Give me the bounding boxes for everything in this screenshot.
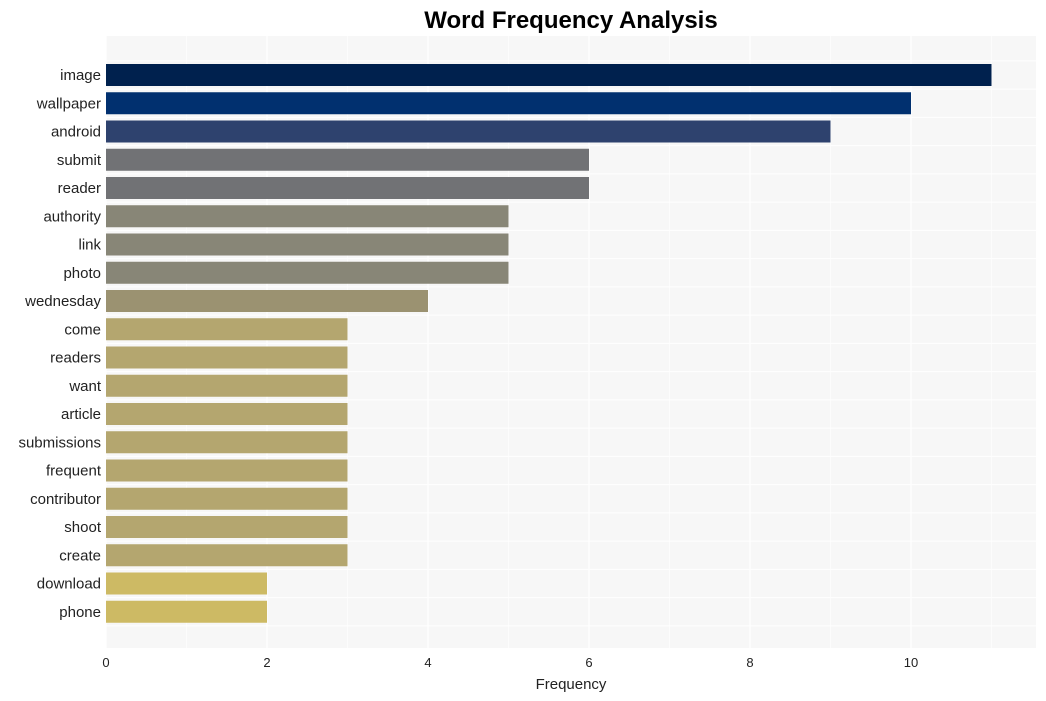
word-frequency-chart: image wallpaper android submit reader authori… bbox=[18, 7, 1036, 693]
x-tick-label: 8 bbox=[746, 655, 753, 670]
bar-submissions bbox=[106, 431, 348, 454]
category-label-download: download bbox=[37, 576, 101, 593]
category-labels: image wallpaper android submit reader authori… bbox=[18, 67, 101, 621]
bar-android bbox=[106, 120, 831, 143]
bar-wallpaper bbox=[106, 92, 911, 115]
bar-phone bbox=[106, 600, 267, 623]
category-label-reader: reader bbox=[58, 180, 101, 197]
category-label-create: create bbox=[59, 547, 101, 564]
category-label-link: link bbox=[78, 237, 101, 254]
bar-come bbox=[106, 318, 348, 341]
bar-photo bbox=[106, 261, 509, 284]
chart-title: Word Frequency Analysis bbox=[424, 7, 717, 34]
bar-shoot bbox=[106, 516, 348, 538]
x-tick-label: 4 bbox=[424, 655, 431, 670]
category-label-come: come bbox=[64, 321, 101, 338]
x-tick-label: 0 bbox=[102, 655, 109, 670]
bar-reader bbox=[106, 177, 589, 199]
bar-download bbox=[106, 572, 267, 595]
category-label-readers: readers bbox=[50, 350, 101, 367]
x-axis-label: Frequency bbox=[536, 676, 607, 693]
category-label-article: article bbox=[61, 406, 101, 423]
x-tick-label: 6 bbox=[585, 655, 592, 670]
category-label-submissions: submissions bbox=[18, 434, 101, 451]
bar-authority bbox=[106, 205, 509, 228]
bar-image bbox=[106, 64, 992, 86]
bar-create bbox=[106, 544, 348, 567]
bar-wednesday bbox=[106, 290, 428, 312]
category-label-image: image bbox=[60, 67, 101, 84]
category-label-wallpaper: wallpaper bbox=[36, 95, 101, 112]
bar-contributor bbox=[106, 487, 348, 510]
category-label-authority: authority bbox=[43, 208, 101, 225]
x-tick-label: 10 bbox=[904, 655, 918, 670]
bar-want bbox=[106, 374, 348, 397]
bar-frequent bbox=[106, 459, 348, 482]
bar-article bbox=[106, 403, 348, 425]
category-label-android: android bbox=[51, 124, 101, 141]
x-tick-labels: 0 2 4 6 8 10 bbox=[102, 655, 918, 670]
category-label-frequent: frequent bbox=[46, 463, 102, 480]
bar-submit bbox=[106, 148, 589, 171]
category-label-want: want bbox=[68, 378, 102, 395]
category-label-phone: phone bbox=[59, 604, 101, 621]
category-label-contributor: contributor bbox=[30, 491, 101, 508]
category-label-photo: photo bbox=[63, 265, 101, 282]
bar-link bbox=[106, 233, 509, 256]
category-label-wednesday: wednesday bbox=[24, 293, 101, 310]
x-tick-label: 2 bbox=[263, 655, 270, 670]
category-label-shoot: shoot bbox=[64, 519, 102, 536]
category-label-submit: submit bbox=[57, 152, 102, 169]
bar-readers bbox=[106, 346, 348, 369]
